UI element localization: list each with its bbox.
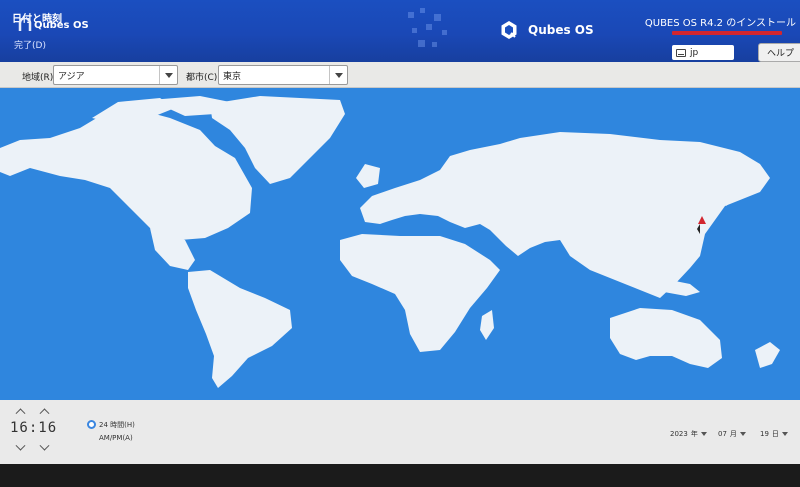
qubes-small-logo-icon — [18, 18, 32, 31]
month-value: 07 — [718, 430, 727, 438]
hours-value: 16 — [10, 420, 29, 436]
chevron-down-icon — [159, 66, 177, 84]
chevron-down-icon — [739, 432, 746, 436]
region-value: アジア — [58, 71, 85, 82]
day-value: 19 — [760, 430, 769, 438]
brand-center: Qubes OS — [500, 20, 594, 40]
screen-bezel — [0, 464, 800, 487]
prerelease-banner — [672, 31, 782, 35]
chevron-down-icon — [329, 66, 347, 84]
timezone-map[interactable] — [0, 88, 800, 400]
hours-down-button[interactable] — [14, 444, 26, 452]
ampm-label[interactable]: AM/PM(A) — [99, 434, 133, 442]
keyboard-icon — [676, 48, 686, 57]
keyboard-layout-indicator[interactable]: jp — [672, 45, 734, 60]
hours-up-button[interactable] — [14, 406, 26, 414]
city-combo[interactable]: 東京 — [218, 65, 348, 85]
region-label: 地域(R): — [22, 73, 57, 83]
watermark-graphic — [408, 8, 447, 47]
minutes-value: 16 — [38, 420, 58, 436]
chevron-down-icon — [781, 432, 788, 436]
chevron-down-icon — [700, 432, 707, 436]
product-title: QUBES OS R4.2 のインストール — [644, 18, 796, 29]
city-value: 東京 — [223, 71, 242, 82]
done-button[interactable]: 完了(D) — [14, 38, 46, 51]
minutes-down-button[interactable] — [38, 444, 50, 452]
brand-small-name: Qubes OS — [34, 20, 89, 31]
month-selector[interactable]: 07 月 — [718, 429, 746, 439]
format-24h-label: 24 時間(H) — [99, 421, 135, 429]
region-combo[interactable]: アジア — [53, 65, 178, 85]
year-selector[interactable]: 2023 年 — [670, 429, 707, 439]
qubes-logo-icon — [501, 21, 517, 39]
time-display: 16:16 — [10, 420, 57, 436]
day-suffix: 日 — [771, 430, 779, 438]
time-separator: : — [28, 420, 39, 436]
year-suffix: 年 — [690, 430, 698, 438]
header-bar: 日付と時刻 Qubes OS 完了(D) Qubes OS QUBES OS R… — [0, 0, 800, 62]
day-selector[interactable]: 19 日 — [760, 429, 788, 439]
brand-center-name: Qubes OS — [528, 23, 594, 37]
help-button[interactable]: ヘルプ — [758, 43, 800, 62]
year-value: 2023 — [670, 430, 688, 438]
minutes-up-button[interactable] — [38, 406, 50, 414]
format-24h-radio[interactable] — [87, 420, 96, 429]
city-label: 都市(C): — [186, 73, 221, 83]
month-suffix: 月 — [729, 430, 737, 438]
keyboard-layout-code: jp — [690, 47, 699, 58]
world-land — [0, 96, 780, 388]
time-date-panel: 16:16 24 時間(H) AM/PM(A) 2023 年 07 月 19 日 — [0, 400, 800, 464]
timezone-toolbar: 地域(R): アジア 都市(C): 東京 — [0, 62, 800, 88]
